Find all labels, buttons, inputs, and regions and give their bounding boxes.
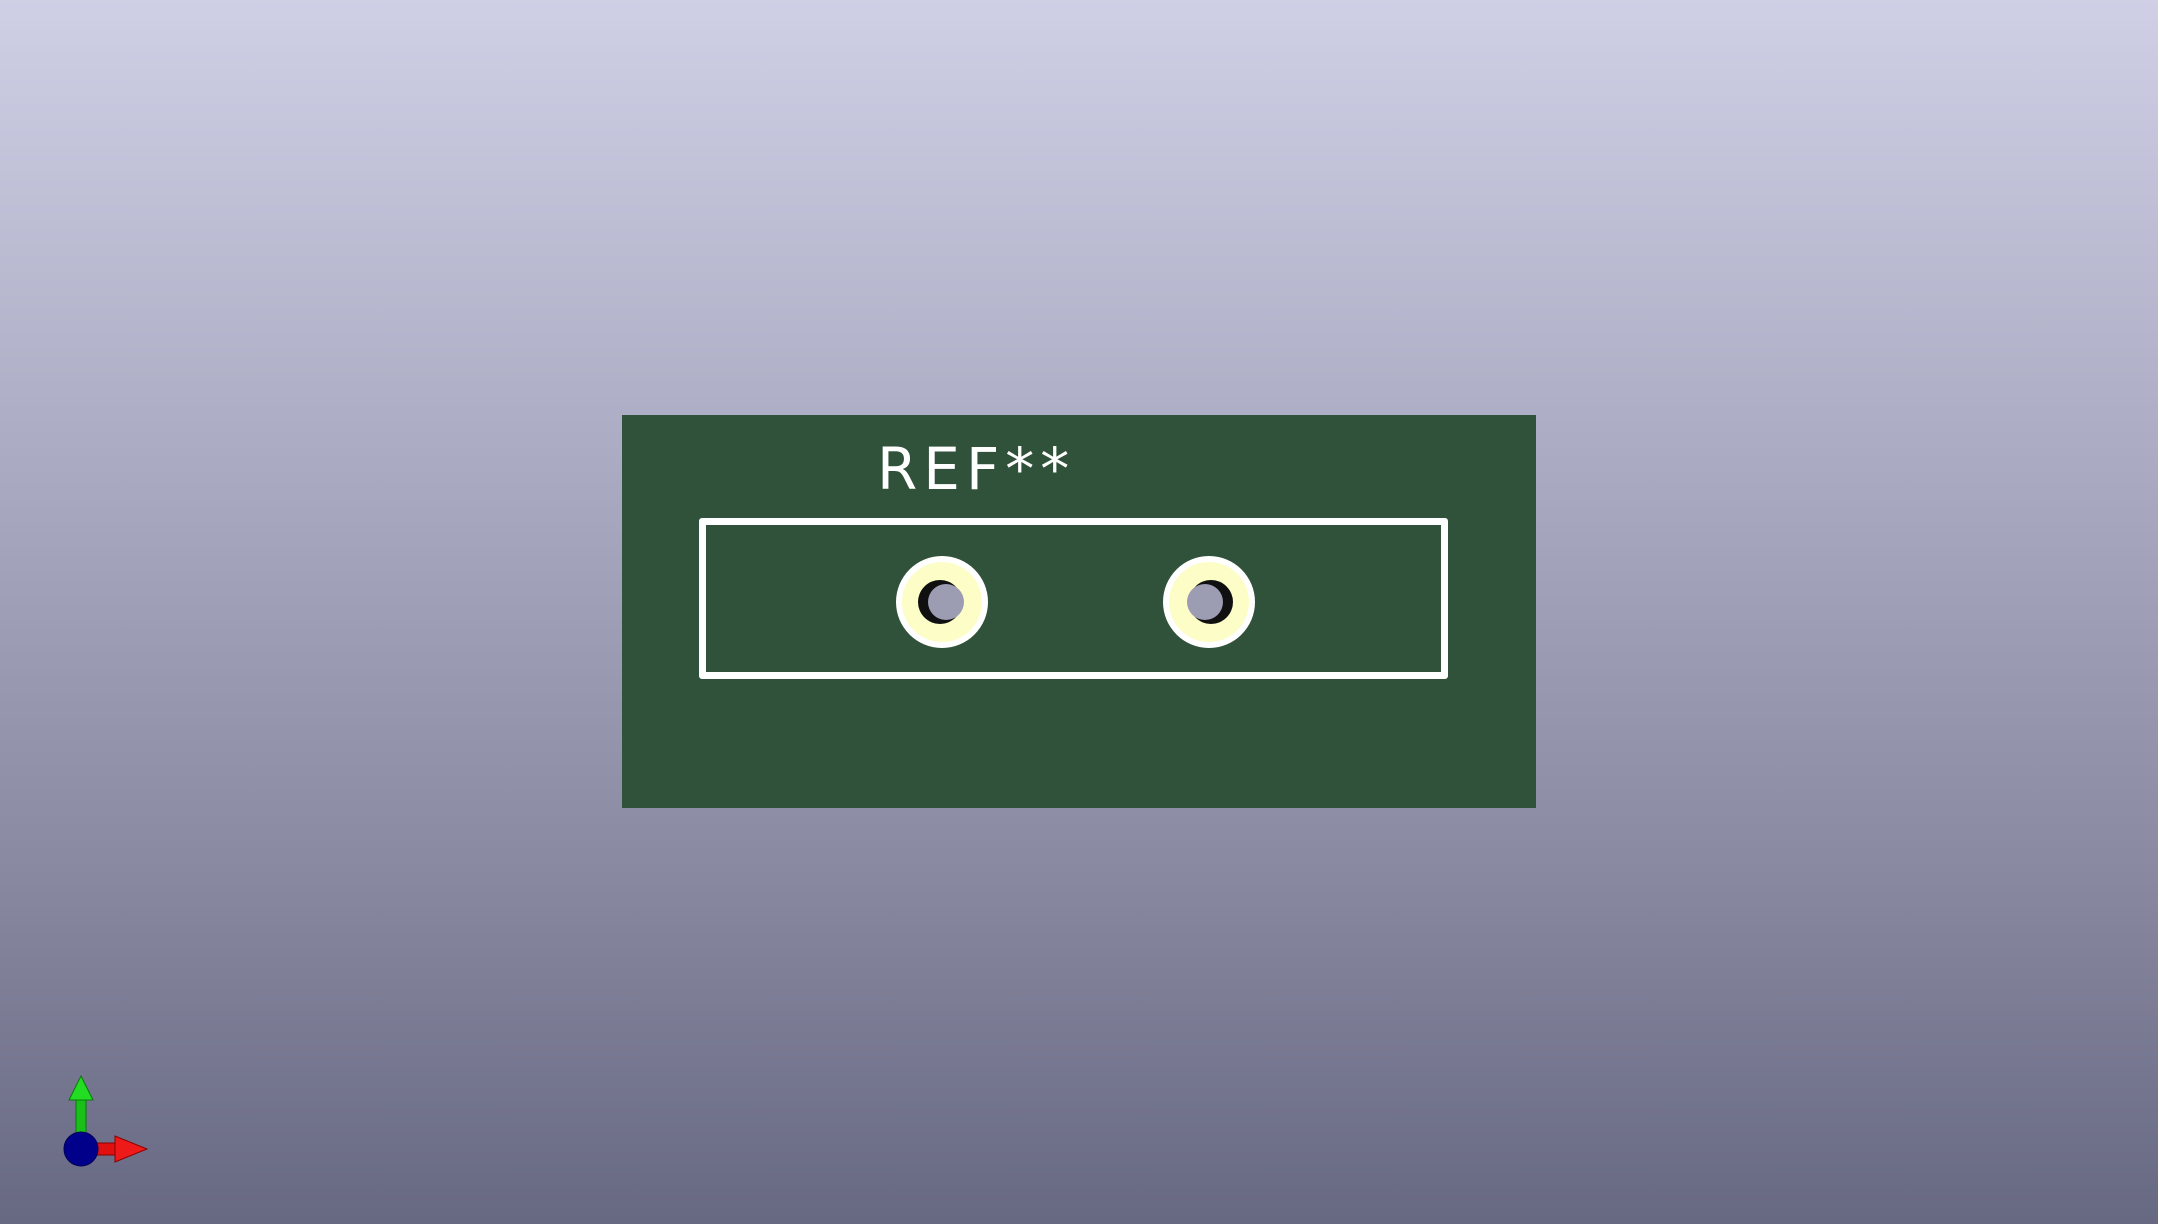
drill-hole — [1187, 584, 1223, 620]
silkscreen-outline — [699, 518, 1448, 679]
axis-orientation-gizmo — [63, 1074, 149, 1167]
y-axis-arrow-icon — [68, 1074, 94, 1135]
drill-hole — [928, 584, 964, 620]
x-axis-arrow-icon — [92, 1135, 149, 1163]
reference-designator-label: REF** — [877, 435, 1076, 503]
through-hole-pad-1 — [896, 556, 988, 648]
z-axis-origin-icon — [63, 1131, 99, 1167]
through-hole-pad-2 — [1163, 556, 1255, 648]
3d-viewport[interactable]: REF** — [0, 0, 2158, 1224]
